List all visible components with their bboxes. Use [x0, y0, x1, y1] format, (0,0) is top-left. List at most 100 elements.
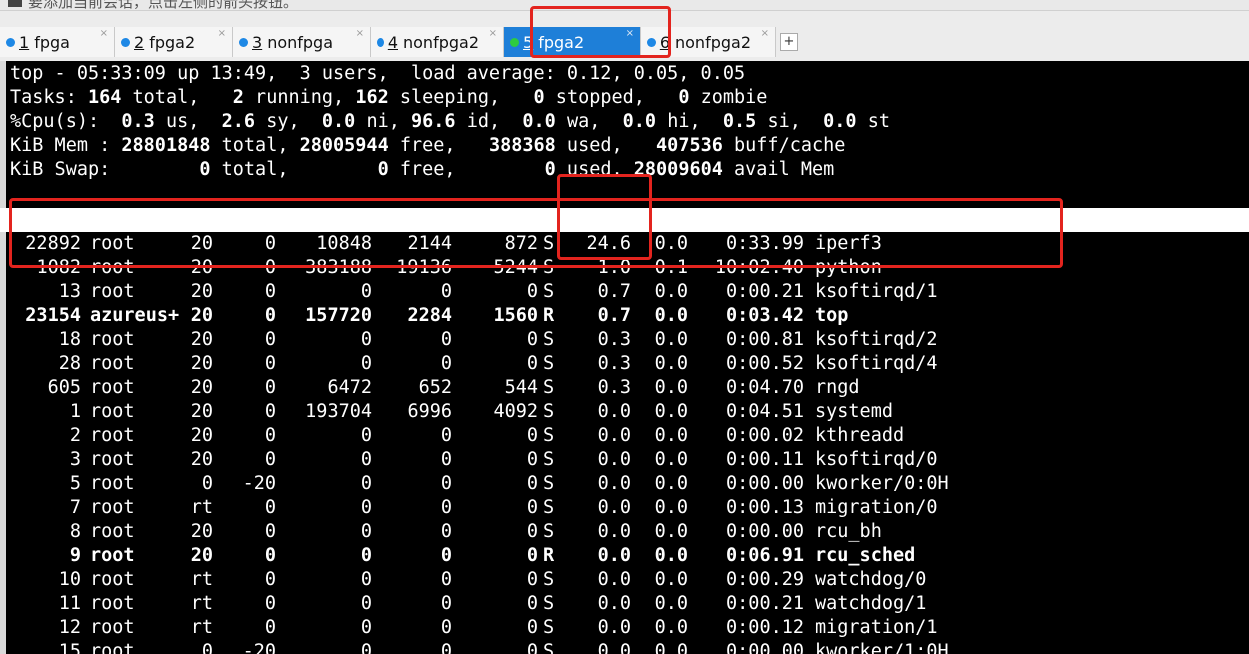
cell-cmd: ksoftirqd/0: [815, 449, 938, 470]
close-icon[interactable]: ×: [100, 28, 108, 39]
cell-time: 0:06.91: [726, 545, 804, 566]
table-row[interactable]: 3 root 20 0 0 0 0 S 0.0 0.0 0:00.11 ksoftirqd/0: [0, 448, 1249, 472]
status-dot-icon: [6, 37, 15, 47]
cell-pid: 10: [58, 569, 81, 590]
arrow-icon: [8, 0, 22, 7]
mem-line: KiB Mem : 28801848 total, 28005944 free,…: [10, 135, 846, 156]
table-row[interactable]: 13 root 20 0 0 0 0 S 0.7 0.0 0:00.21 ksoftirqd/1: [0, 280, 1249, 304]
cell-time: 0:04.70: [726, 377, 804, 398]
table-row[interactable]: 10 root rt 0 0 0 0 S 0.0 0.0 0:00.29 watchdog/0: [0, 568, 1249, 592]
cell-pid: 11: [58, 593, 81, 614]
cell-cmd: kthreadd: [815, 425, 905, 446]
cell-cmd: watchdog/0: [815, 569, 927, 590]
terminal-pane[interactable]: top - 05:33:09 up 13:49, 3 users, load a…: [0, 61, 1249, 654]
cell-cmd: iperf3: [815, 233, 882, 254]
cell-time: 0:00.21: [726, 593, 804, 614]
tab-4[interactable]: 4 nonfpga2 ×: [371, 27, 504, 57]
table-row[interactable]: 12 root rt 0 0 0 0 S 0.0 0.0 0:00.12 migration/1: [0, 616, 1249, 640]
close-icon[interactable]: ×: [626, 28, 634, 39]
tab-3[interactable]: 3 nonfpga ×: [233, 27, 371, 57]
tab-label: nonfpga: [267, 32, 334, 52]
table-row[interactable]: 605 root 20 0 6472 652 544 S 0.3 0.0 0:04.70 rngd: [0, 376, 1249, 400]
tab-5[interactable]: 5 fpga2 ×: [504, 27, 641, 57]
cell-time: 0:00.52: [726, 353, 804, 374]
table-row[interactable]: 1 root 20 0 193704 6996 4092 S 0.0 0.0 0:04.51 syst…: [0, 400, 1249, 424]
close-icon[interactable]: ×: [218, 28, 226, 39]
cell-time: 0:00.21: [726, 281, 804, 302]
tab-number: 2: [134, 32, 145, 52]
close-icon[interactable]: ×: [356, 28, 364, 39]
tab-number: 6: [659, 32, 670, 52]
tab-label: fpga2: [538, 32, 585, 52]
tasks-line: Tasks: 164 total, 2 running, 162 sleepin…: [10, 87, 768, 108]
cell-pid: 9: [69, 545, 81, 566]
cell-pid: 2: [69, 425, 81, 446]
cell-cmd: watchdog/1: [815, 593, 927, 614]
session-notice-bar: 要添加当前会话，点击左侧的箭头按钮。: [0, 0, 1249, 11]
column-header-time: TIME+: [748, 209, 804, 230]
cell-cmd: migration/0: [815, 497, 938, 518]
cell-time: 0:00.29: [726, 569, 804, 590]
tab-1[interactable]: 1 fpga ×: [0, 27, 115, 57]
table-row[interactable]: 23154 azureus+ 20 0 157720 2284 1560 R 0.7 0.0 0:0…: [0, 304, 1249, 328]
status-dot-icon: [121, 37, 130, 47]
cell-pid: 1: [69, 401, 81, 422]
cell-time: 0:00.12: [726, 617, 804, 638]
table-row[interactable]: 15 root 0 -20 0 0 0 S 0.0 0.0 0:00.00 kworker/1:0H: [0, 640, 1249, 654]
table-row[interactable]: 5 root 0 -20 0 0 0 S 0.0 0.0 0:00.00 kworker/0:0H: [0, 472, 1249, 496]
top-uptime-line: top - 05:33:09 up 13:49, 3 users, load a…: [10, 63, 746, 84]
cell-pid: 8: [69, 521, 81, 542]
tab-6[interactable]: 6 nonfpga2 ×: [641, 27, 776, 57]
process-table-header: PID USER PR NI VIRT RES SHR S %CPU %MEM TIME+ COMMA…: [0, 208, 1249, 232]
cell-pid: 3: [69, 449, 81, 470]
cell-cmd: ksoftirqd/1: [815, 281, 938, 302]
cell-time: 0:00.13: [726, 497, 804, 518]
cell-pid: 23154: [25, 305, 81, 326]
cell-time: 0:00.00: [726, 641, 804, 654]
table-row[interactable]: 9 root 20 0 0 0 0 R 0.0 0.0 0:06.91 rcu_sched: [0, 544, 1249, 568]
status-dot-icon: [239, 37, 248, 47]
tab-label: fpga2: [149, 32, 196, 52]
status-dot-icon: [377, 37, 384, 47]
cell-cmd: top: [815, 305, 849, 326]
cell-pid: 7: [69, 497, 81, 518]
table-row[interactable]: 7 root rt 0 0 0 0 S 0.0 0.0 0:00.13 migration/0: [0, 496, 1249, 520]
tab-number: 3: [252, 32, 263, 52]
cell-cmd: rcu_bh: [815, 521, 882, 542]
table-row[interactable]: 8 root 20 0 0 0 0 S 0.0 0.0 0:00.00 rcu_bh: [0, 520, 1249, 544]
table-row[interactable]: 22892 root 20 0 10848 2144 872 S 24.6 0.0 0:33.99 i…: [0, 232, 1249, 256]
cell-cmd: systemd: [815, 401, 893, 422]
cell-pid: 605: [47, 377, 81, 398]
cell-time: 0:33.99: [726, 233, 804, 254]
tab-2[interactable]: 2 fpga2 ×: [115, 27, 233, 57]
add-tab-button[interactable]: +: [780, 33, 798, 51]
tab-label: fpga: [34, 32, 70, 52]
table-row[interactable]: 18 root 20 0 0 0 0 S 0.3 0.0 0:00.81 ksoftirqd/2: [0, 328, 1249, 352]
table-row[interactable]: 1082 root 20 0 383188 19136 5244 S 1.0 0.1 10:02.4…: [0, 256, 1249, 280]
status-dot-icon: [510, 37, 519, 47]
cell-time: 0:03.42: [726, 305, 804, 326]
tab-number: 5: [523, 32, 534, 52]
cell-time: 0:00.81: [726, 329, 804, 350]
cpu-line: %Cpu(s): 0.3 us, 2.6 sy, 0.0 ni, 96.6 id…: [10, 111, 890, 132]
close-icon[interactable]: ×: [489, 28, 497, 39]
cell-time: 0:00.00: [726, 473, 804, 494]
cell-cmd: kworker/0:0H: [815, 473, 949, 494]
tab-number: 4: [387, 32, 398, 52]
close-icon[interactable]: ×: [761, 28, 769, 39]
cell-cmd: rcu_sched: [815, 545, 916, 566]
cell-cmd: rngd: [815, 377, 860, 398]
column-header-cmd: COMMAND: [815, 209, 893, 230]
table-row[interactable]: 2 root 20 0 0 0 0 S 0.0 0.0 0:00.02 kthreadd: [0, 424, 1249, 448]
cell-pid: 15: [58, 641, 81, 654]
status-dot-icon: [647, 37, 656, 47]
cell-time: 0:00.02: [726, 425, 804, 446]
cell-cmd: migration/1: [815, 617, 938, 638]
table-row[interactable]: 28 root 20 0 0 0 0 S 0.3 0.0 0:00.52 ksoftirqd/4: [0, 352, 1249, 376]
tab-list: 1 fpga × 2 fpga2 × 3 nonfpga × 4 nonfpga2 × 5 fpga2 × 6…: [0, 27, 798, 57]
cell-cmd: kworker/1:0H: [815, 641, 949, 654]
table-row[interactable]: 11 root rt 0 0 0 0 S 0.0 0.0 0:00.21 watchdog/1: [0, 592, 1249, 616]
tab-label: nonfpga2: [403, 32, 479, 52]
cell-pid: 12: [58, 617, 81, 638]
tab-label: nonfpga2: [675, 32, 751, 52]
